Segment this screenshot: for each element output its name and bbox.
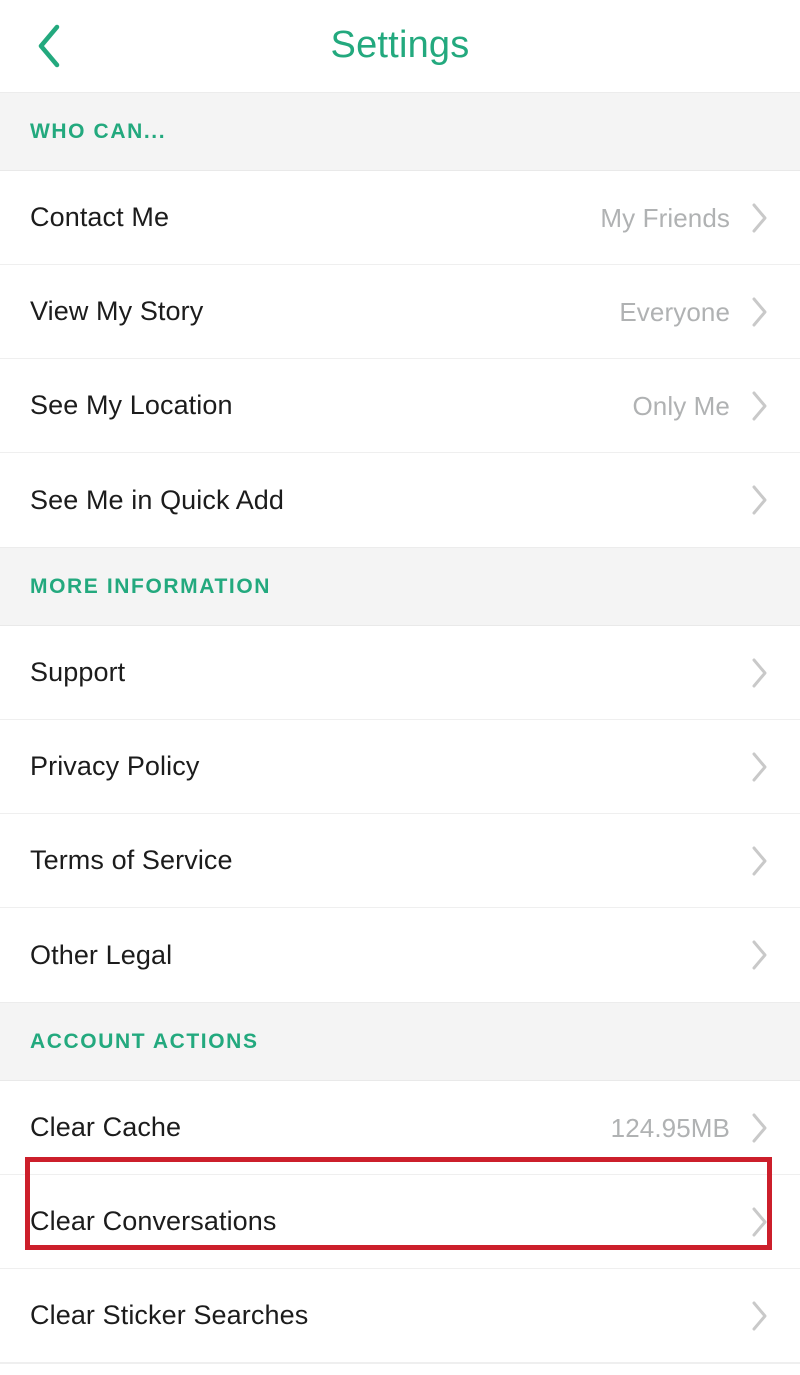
row-clear-conversations[interactable]: Clear Conversations — [0, 1175, 800, 1269]
section-header-more-information: MORE INFORMATION — [0, 547, 800, 626]
section-header-label: WHO CAN... — [30, 120, 167, 143]
row-label: Other Legal — [30, 939, 173, 970]
row-value: Everyone — [619, 296, 730, 327]
chevron-right-icon — [748, 656, 770, 690]
row-label: Terms of Service — [30, 845, 233, 875]
settings-screen: Settings WHO CAN... Contact Me My Friend… — [0, 0, 800, 1375]
page-title: Settings — [330, 24, 470, 66]
row-contact-me[interactable]: Contact Me My Friends — [0, 171, 800, 265]
chevron-right-icon — [748, 844, 770, 878]
section-header-account-actions: ACCOUNT ACTIONS — [0, 1002, 800, 1081]
row-see-me-in-quick-add[interactable]: See Me in Quick Add — [0, 453, 800, 547]
row-support[interactable]: Support — [0, 626, 800, 720]
row-clear-cache[interactable]: Clear Cache 124.95MB — [0, 1081, 800, 1175]
chevron-right-icon — [748, 1111, 770, 1145]
chevron-right-icon — [748, 750, 770, 784]
row-value: My Friends — [600, 202, 730, 233]
row-value: 124.95MB — [610, 1112, 730, 1143]
bottom-filler — [0, 1363, 800, 1375]
row-other-legal[interactable]: Other Legal — [0, 908, 800, 1002]
row-terms-of-service[interactable]: Terms of Service — [0, 814, 800, 908]
chevron-right-icon — [748, 295, 770, 329]
row-label: Clear Sticker Searches — [30, 1300, 309, 1330]
row-label: See Me in Quick Add — [30, 484, 285, 515]
section-header-who-can: WHO CAN... — [0, 92, 800, 171]
row-label: Support — [30, 657, 126, 687]
row-clear-sticker-searches[interactable]: Clear Sticker Searches — [0, 1269, 800, 1363]
chevron-right-icon — [748, 938, 770, 972]
row-value: Only Me — [632, 390, 730, 421]
row-label: See My Location — [30, 390, 233, 420]
chevron-left-icon — [34, 22, 64, 70]
section-header-label: MORE INFORMATION — [30, 575, 272, 598]
navigation-bar: Settings — [0, 0, 800, 92]
chevron-right-icon — [748, 1205, 770, 1239]
row-privacy-policy[interactable]: Privacy Policy — [0, 720, 800, 814]
section-header-label: ACCOUNT ACTIONS — [30, 1030, 259, 1053]
chevron-right-icon — [748, 483, 770, 517]
back-button[interactable] — [26, 20, 72, 72]
row-label: Clear Cache — [30, 1112, 182, 1142]
row-view-my-story[interactable]: View My Story Everyone — [0, 265, 800, 359]
row-label: Contact Me — [30, 202, 170, 232]
row-label: Privacy Policy — [30, 751, 200, 781]
row-see-my-location[interactable]: See My Location Only Me — [0, 359, 800, 453]
chevron-right-icon — [748, 201, 770, 235]
row-label: View My Story — [30, 296, 204, 326]
chevron-right-icon — [748, 1299, 770, 1333]
chevron-right-icon — [748, 389, 770, 423]
row-label: Clear Conversations — [30, 1206, 277, 1236]
